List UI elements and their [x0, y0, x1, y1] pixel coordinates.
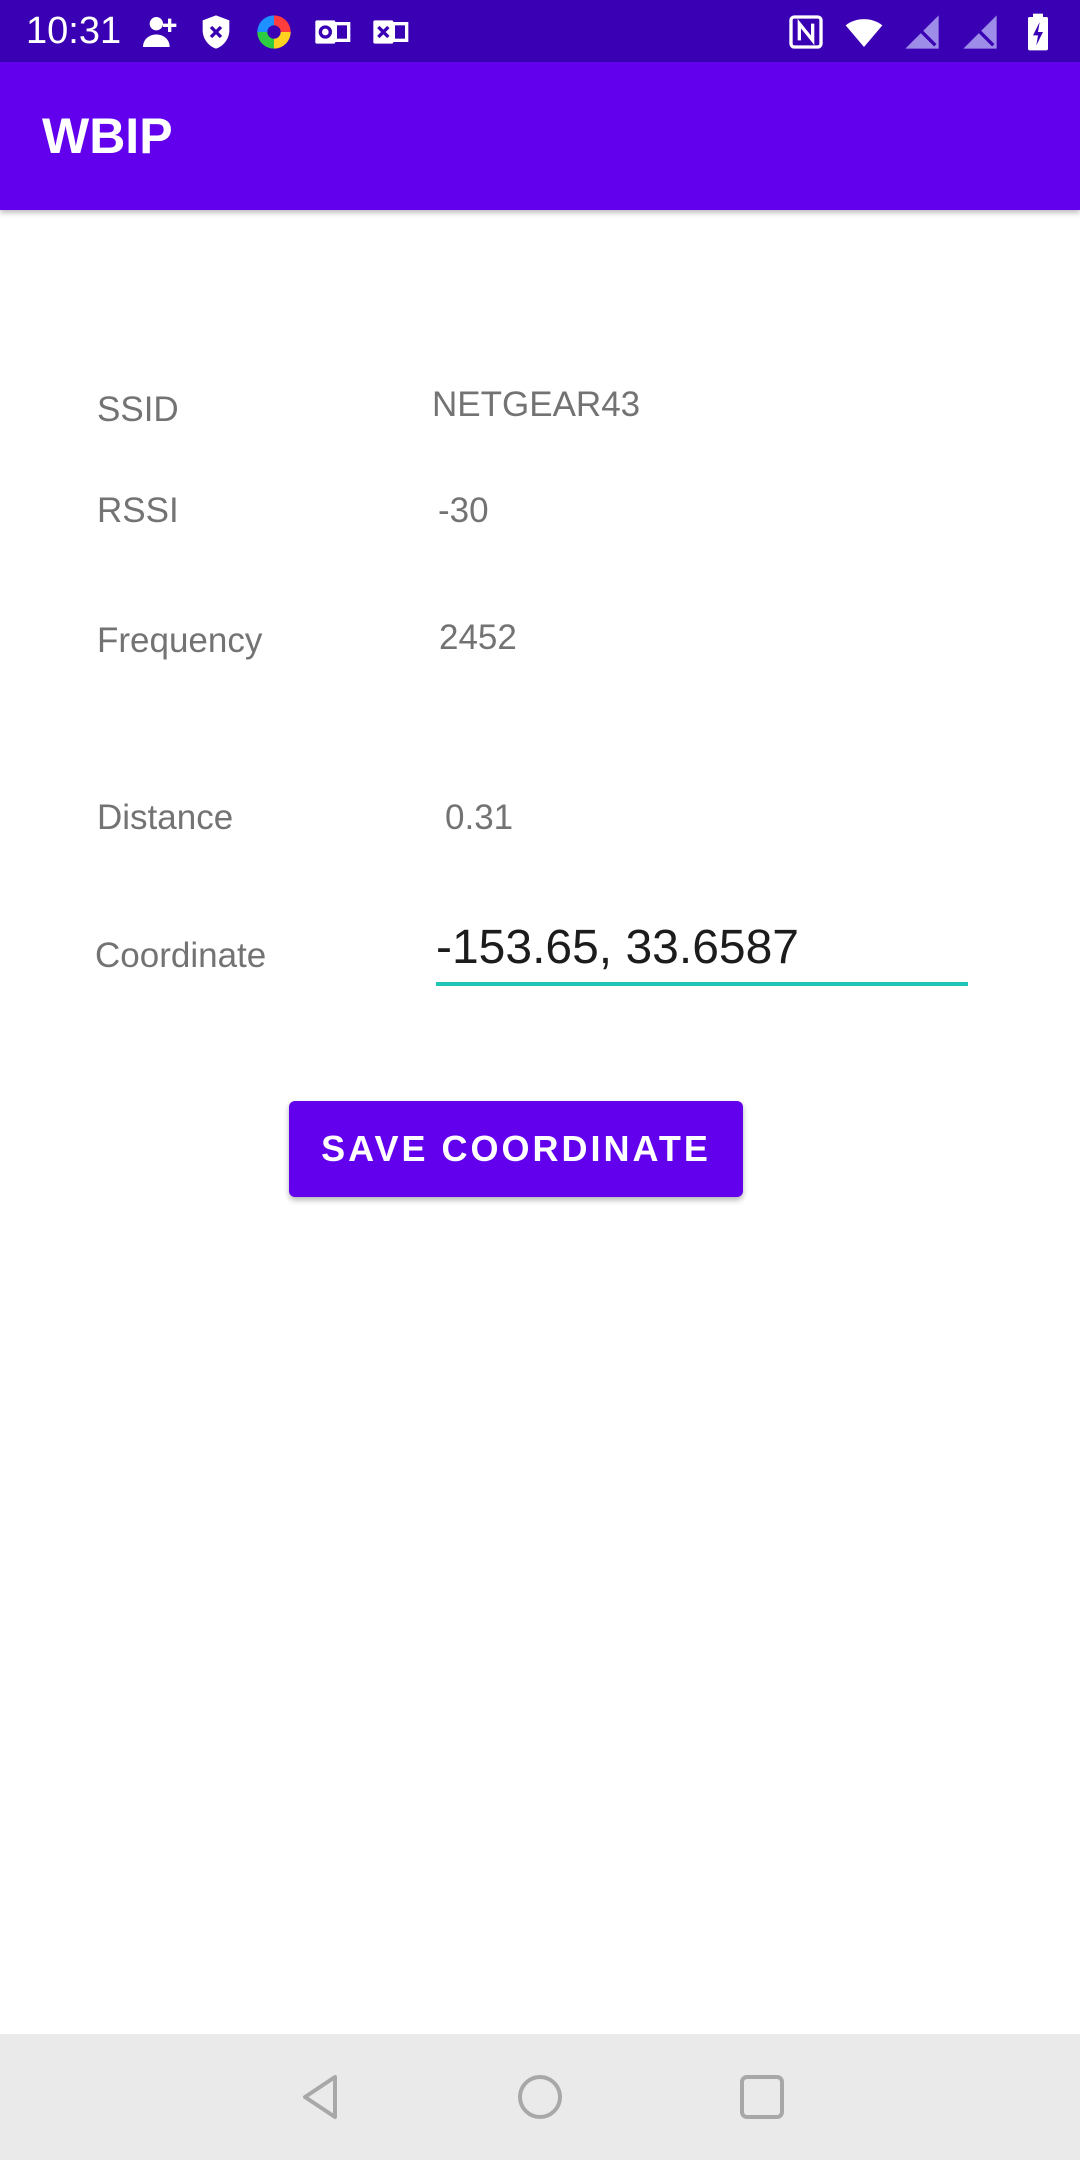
- coordinate-field: [436, 918, 968, 988]
- status-bar: 10:31: [0, 0, 1080, 62]
- battery-icon: [1028, 13, 1048, 51]
- coordinate-input[interactable]: [436, 918, 966, 978]
- system-icons: [786, 12, 1058, 52]
- ssid-value: NETGEAR43: [432, 385, 641, 424]
- screen: 10:31 WBIP SSID NETGEAR43 RSSI -30 Frequ…: [0, 0, 1080, 2160]
- color-wheel-icon: [257, 15, 291, 49]
- status-time: 10:31: [26, 10, 122, 52]
- frequency-label: Frequency: [97, 621, 263, 660]
- rssi-label: RSSI: [97, 491, 179, 530]
- distance-value: 0.31: [445, 798, 514, 837]
- rssi-value: -30: [438, 491, 489, 530]
- notification-icons: [138, 12, 410, 52]
- outlook-icon: [315, 20, 351, 44]
- save-coordinate-button[interactable]: SAVE COORDINATE: [289, 1101, 743, 1197]
- nfc-icon: [789, 15, 823, 49]
- no-signal-icon: [963, 15, 997, 49]
- app-title: WBIP: [42, 108, 173, 164]
- app-bar: WBIP: [0, 62, 1080, 210]
- back-icon[interactable]: [290, 2067, 350, 2127]
- coordinate-underline: [436, 982, 968, 986]
- home-icon[interactable]: [510, 2067, 570, 2127]
- coordinate-label: Coordinate: [95, 936, 267, 975]
- recents-icon[interactable]: [732, 2067, 792, 2127]
- distance-label: Distance: [97, 798, 234, 837]
- shield-icon: [202, 15, 230, 49]
- add-person-icon: [143, 17, 177, 47]
- wifi-icon: [845, 19, 883, 47]
- frequency-value: 2452: [439, 618, 517, 657]
- navigation-bar: [0, 2034, 1080, 2160]
- mail-icon: [373, 20, 409, 44]
- no-signal-icon: [905, 15, 939, 49]
- ssid-label: SSID: [97, 390, 179, 429]
